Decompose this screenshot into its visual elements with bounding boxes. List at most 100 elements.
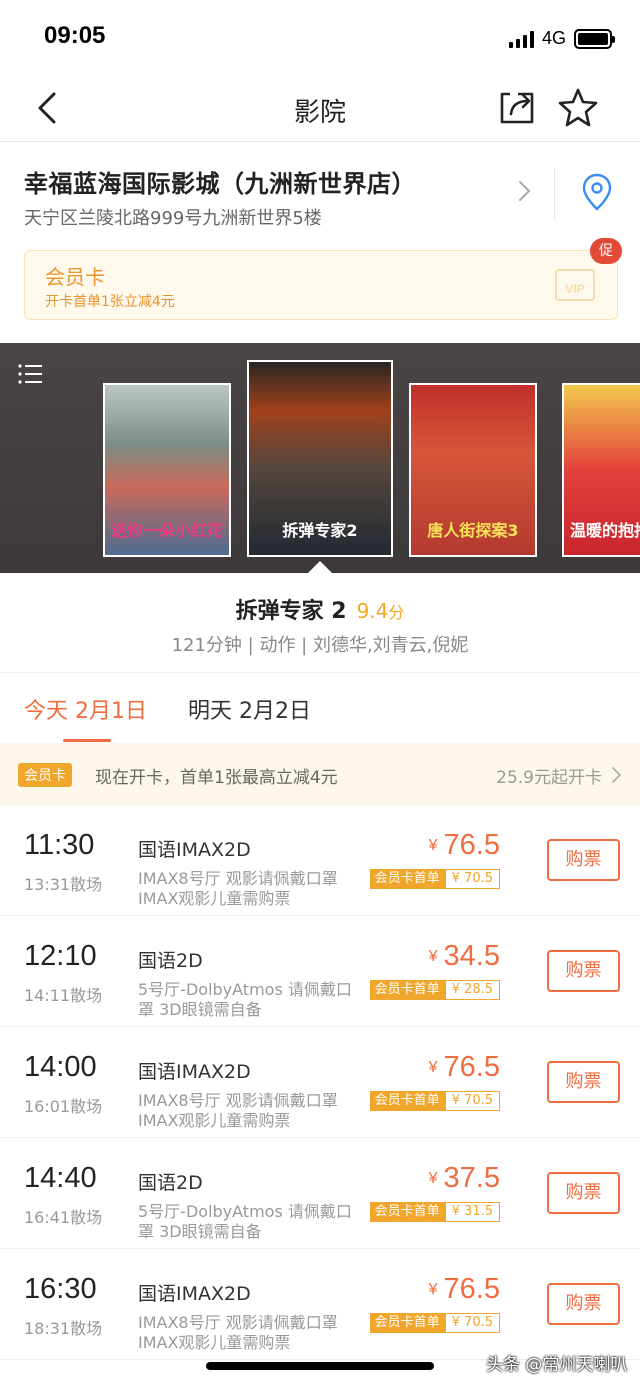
currency-symbol: ¥ bbox=[428, 1059, 438, 1077]
chevron-right-icon[interactable] bbox=[512, 178, 536, 204]
movie-info: 拆弹专家 2 9.4分 121分钟 | 动作 | 刘德华,刘青云,倪妮 bbox=[0, 573, 640, 673]
movie-poster[interactable]: 唐人街探案3 bbox=[409, 383, 537, 557]
member-price-label: 会员卡首单 bbox=[369, 1313, 445, 1333]
poster-title: 拆弹专家2 bbox=[282, 521, 358, 540]
member-card-banner[interactable]: 会员卡 开卡首单1张立减4元 VIP bbox=[24, 250, 618, 320]
currency-symbol: ¥ bbox=[428, 1281, 438, 1299]
show-language-format: 国语2D bbox=[138, 950, 203, 972]
member-price: 会员卡首单 ¥ 28.5 bbox=[369, 980, 500, 1000]
buy-ticket-button[interactable]: 购票 bbox=[547, 1283, 620, 1325]
show-hall-info: 5号厅-DolbyAtmos 请佩戴口罩 3D眼镜需自备 bbox=[138, 980, 352, 1019]
show-start-time: 14:40 bbox=[24, 1162, 97, 1194]
nav-bar: 影院 bbox=[0, 76, 640, 142]
tab-tomorrow[interactable]: 明天 2月2日 bbox=[188, 693, 311, 725]
poster-title: 唐人街探案3 bbox=[427, 521, 519, 540]
member-price-label: 会员卡首单 bbox=[369, 1091, 445, 1111]
show-start-time: 16:30 bbox=[24, 1273, 97, 1305]
status-time: 09:05 bbox=[44, 22, 106, 49]
currency-symbol: ¥ bbox=[428, 837, 438, 855]
showtime-row[interactable]: 16:30 18:31散场 国语IMAX2D IMAX8号厅 观影请佩戴口罩 I… bbox=[0, 1249, 640, 1360]
member-promo-text: 现在开卡，首单1张最高立减4元 bbox=[95, 768, 338, 788]
member-price: 会员卡首单 ¥ 70.5 bbox=[369, 869, 500, 889]
show-price: ¥76.5 bbox=[429, 829, 500, 862]
status-indicators: 4G bbox=[508, 28, 615, 49]
show-start-time: 11:30 bbox=[24, 829, 95, 861]
currency-symbol: ¥ bbox=[428, 1170, 438, 1188]
price-value: 76.5 bbox=[443, 1051, 500, 1083]
show-price: ¥37.5 bbox=[429, 1162, 500, 1195]
member-price: 会员卡首单 ¥ 70.5 bbox=[369, 1313, 500, 1333]
price-value: 76.5 bbox=[443, 829, 500, 861]
show-price: ¥76.5 bbox=[429, 1051, 500, 1084]
show-hall-info: 5号厅-DolbyAtmos 请佩戴口罩 3D眼镜需自备 bbox=[138, 1202, 352, 1241]
movie-poster[interactable]: 温暖的抱抱 bbox=[562, 383, 640, 557]
member-price-value: ¥ 28.5 bbox=[444, 980, 500, 1000]
movie-score-unit: 分 bbox=[388, 603, 405, 622]
member-price-value: ¥ 70.5 bbox=[444, 869, 500, 889]
buy-ticket-button[interactable]: 购票 bbox=[547, 1172, 620, 1214]
active-tab-indicator bbox=[63, 739, 111, 742]
share-icon[interactable] bbox=[498, 88, 538, 128]
member-promo-price: 25.9元起开卡 bbox=[496, 768, 602, 788]
show-language-format: 国语IMAX2D bbox=[138, 1061, 251, 1083]
vip-card-icon: VIP bbox=[555, 269, 595, 301]
tab-today[interactable]: 今天 2月1日 bbox=[24, 693, 147, 725]
location-pin-icon[interactable] bbox=[580, 172, 614, 212]
price-value: 34.5 bbox=[443, 940, 500, 972]
status-bar: 09:05 4G bbox=[0, 0, 640, 76]
price-value: 37.5 bbox=[443, 1162, 500, 1194]
showtime-row[interactable]: 12:10 14:11散场 国语2D 5号厅-DolbyAtmos 请佩戴口罩 … bbox=[0, 916, 640, 1027]
member-price-value: ¥ 70.5 bbox=[444, 1313, 500, 1333]
movie-score: 9.4 bbox=[356, 599, 389, 623]
price-value: 76.5 bbox=[443, 1273, 500, 1305]
show-end-time: 16:41散场 bbox=[24, 1208, 103, 1227]
showtime-row[interactable]: 11:30 13:31散场 国语IMAX2D IMAX8号厅 观影请佩戴口罩 I… bbox=[0, 805, 640, 916]
buy-ticket-button[interactable]: 购票 bbox=[547, 950, 620, 992]
signal-icon bbox=[508, 30, 534, 48]
promo-badge: 促 bbox=[590, 238, 622, 264]
show-end-time: 16:01散场 bbox=[24, 1097, 103, 1116]
movie-meta: 121分钟 | 动作 | 刘德华,刘青云,倪妮 bbox=[171, 635, 469, 656]
page-title: 影院 bbox=[293, 98, 346, 128]
member-price: 会员卡首单 ¥ 31.5 bbox=[369, 1202, 500, 1222]
show-start-time: 12:10 bbox=[24, 940, 97, 972]
member-price-label: 会员卡首单 bbox=[369, 980, 445, 1000]
show-price: ¥34.5 bbox=[429, 940, 500, 973]
movie-poster-carousel[interactable]: 送你一朵小红花 拆弹专家2 唐人街探案3 温暖的抱抱 bbox=[0, 343, 640, 573]
show-end-time: 13:31散场 bbox=[24, 875, 103, 894]
cinema-name: 幸福蓝海国际影城（九洲新世界店） bbox=[24, 170, 416, 198]
buy-ticket-button[interactable]: 购票 bbox=[547, 839, 620, 881]
show-start-time: 14:00 bbox=[24, 1051, 97, 1083]
selected-poster-pointer bbox=[308, 561, 332, 573]
show-hall-info: IMAX8号厅 观影请佩戴口罩 IMAX观影儿童需购票 bbox=[138, 1313, 338, 1352]
show-end-time: 14:11散场 bbox=[24, 986, 103, 1005]
show-hall-info: IMAX8号厅 观影请佩戴口罩 IMAX观影儿童需购票 bbox=[138, 1091, 338, 1130]
member-promo-bar[interactable]: 会员卡 现在开卡，首单1张最高立减4元 25.9元起开卡 bbox=[0, 743, 640, 805]
poster-title: 送你一朵小红花 bbox=[110, 521, 223, 540]
poster-title: 温暖的抱抱 bbox=[570, 521, 640, 540]
show-language-format: 国语IMAX2D bbox=[138, 1283, 251, 1305]
movie-poster[interactable]: 送你一朵小红花 bbox=[103, 383, 231, 557]
list-icon[interactable] bbox=[18, 363, 42, 385]
showtime-row[interactable]: 14:00 16:01散场 国语IMAX2D IMAX8号厅 观影请佩戴口罩 I… bbox=[0, 1027, 640, 1138]
favorite-star-icon[interactable] bbox=[556, 86, 600, 130]
cinema-header[interactable]: 幸福蓝海国际影城（九洲新世界店） 天宁区兰陵北路999号九洲新世界5楼 bbox=[0, 142, 640, 240]
member-card-subtitle: 开卡首单1张立减4元 bbox=[45, 294, 175, 310]
buy-ticket-button[interactable]: 购票 bbox=[547, 1061, 620, 1103]
member-price-value: ¥ 31.5 bbox=[444, 1202, 500, 1222]
member-price-value: ¥ 70.5 bbox=[444, 1091, 500, 1111]
network-type: 4G bbox=[541, 28, 566, 48]
member-card-title: 会员卡 bbox=[45, 265, 105, 289]
showtime-row[interactable]: 14:40 16:41散场 国语2D 5号厅-DolbyAtmos 请佩戴口罩 … bbox=[0, 1138, 640, 1249]
show-end-time: 18:31散场 bbox=[24, 1319, 103, 1338]
show-language-format: 国语IMAX2D bbox=[138, 839, 251, 861]
member-price-label: 会员卡首单 bbox=[369, 869, 445, 889]
watermark: 头条 @常州天喇叭 bbox=[486, 1355, 628, 1375]
home-indicator[interactable] bbox=[206, 1362, 434, 1370]
battery-icon bbox=[574, 28, 615, 49]
member-price: 会员卡首单 ¥ 70.5 bbox=[369, 1091, 500, 1111]
movie-poster-selected[interactable]: 拆弹专家2 bbox=[247, 360, 393, 557]
currency-symbol: ¥ bbox=[428, 948, 438, 966]
member-card-tag: 会员卡 bbox=[18, 763, 72, 787]
chevron-right-icon[interactable] bbox=[610, 766, 622, 784]
